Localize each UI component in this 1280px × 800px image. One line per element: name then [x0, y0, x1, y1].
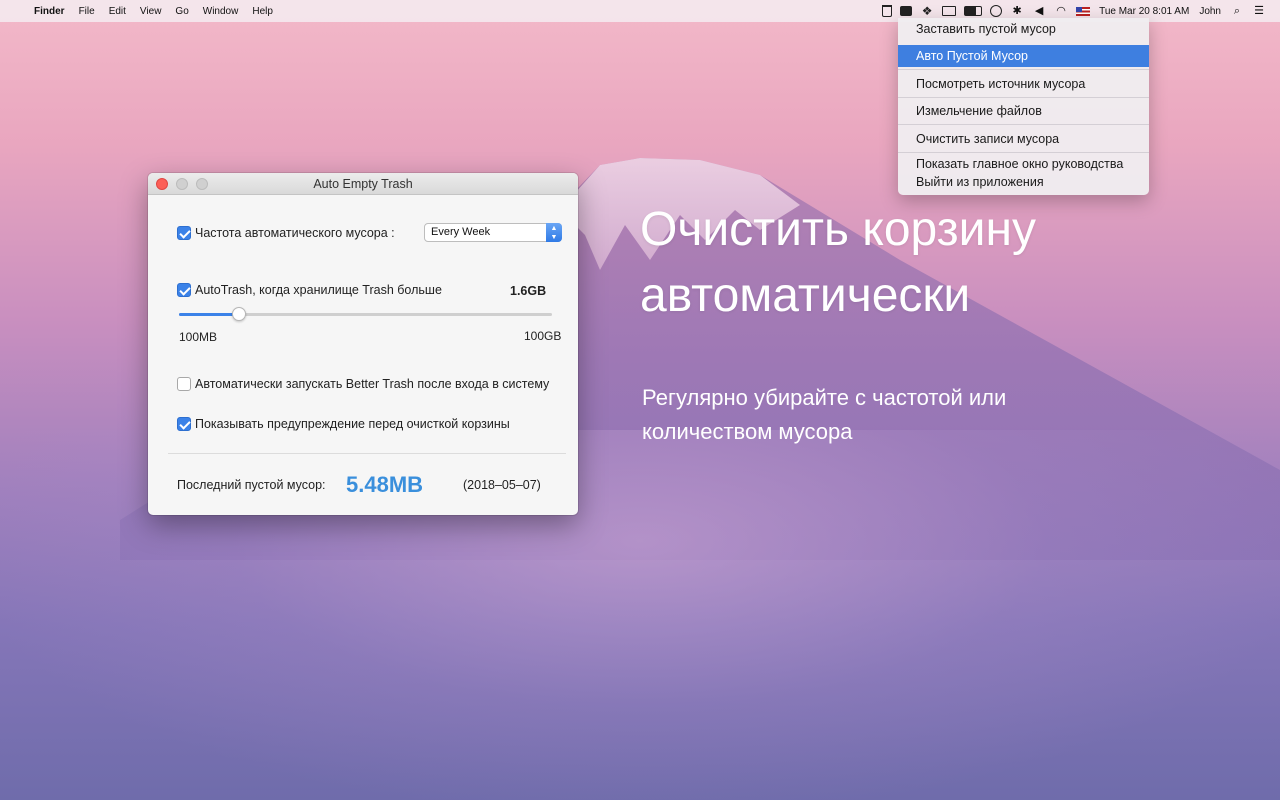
size-slider-thumb[interactable] — [232, 307, 246, 321]
status-dropdown-menu: Заставить пустой мусор Авто Пустой Мусор… — [898, 18, 1149, 195]
hero-sub-line-1: Регулярно убирайте с частотой или — [642, 385, 1007, 410]
menu-separator — [898, 97, 1149, 98]
volume-icon[interactable]: ◀ — [1032, 5, 1046, 17]
frequency-select-value: Every Week — [431, 226, 491, 238]
screen-icon[interactable] — [942, 6, 957, 16]
slider-min-label: 100MB — [179, 330, 218, 344]
menu-item-auto-empty[interactable]: Авто Пустой Мусор — [898, 45, 1149, 67]
autostart-label: Автоматически запускать Better Trash пос… — [195, 377, 550, 391]
menubar-user[interactable]: John — [1194, 6, 1226, 17]
window-titlebar[interactable]: Auto Empty Trash — [148, 173, 578, 195]
hero-heading: Очистить корзину автоматически — [640, 197, 1036, 329]
frequency-checkbox[interactable] — [177, 226, 191, 240]
frequency-label: Частота автоматического мусора : — [195, 226, 395, 240]
menubar-clock[interactable]: Tue Mar 20 8:01 AM — [1094, 6, 1194, 17]
menu-view[interactable]: View — [133, 6, 169, 17]
last-empty-value: 5.48MB — [346, 472, 424, 497]
menu-go[interactable]: Go — [168, 6, 195, 17]
hero-sub-line-2: количеством мусора — [642, 419, 853, 444]
slider-max-label: 100GB — [524, 329, 562, 343]
dropbox-icon[interactable]: ❖ — [920, 5, 934, 17]
menu-item-show-guide[interactable]: Показать главное окно руководства — [898, 155, 1149, 173]
frequency-select[interactable]: Every Week ▲ ▼ — [424, 223, 562, 242]
menu-window[interactable]: Window — [196, 6, 246, 17]
warning-checkbox[interactable] — [177, 417, 191, 431]
menu-separator — [898, 152, 1149, 153]
hero-line-2: автоматически — [640, 269, 971, 322]
autotrash-value: 1.6GB — [510, 284, 547, 298]
autotrash-label: AutoTrash, когда хранилище Trash больше — [195, 283, 442, 297]
menu-item-clear-records[interactable]: Очистить записи мусора — [898, 128, 1149, 150]
time-machine-icon[interactable] — [990, 5, 1003, 17]
status-area: ❖ ✱ ◀ ◠ Tue Mar 20 8:01 AM John ⌕ ☰ — [878, 5, 1280, 17]
battery-icon[interactable] — [964, 6, 983, 16]
spotlight-icon[interactable]: ⌕ — [1230, 5, 1244, 17]
hero-line-1: Очистить корзину — [640, 203, 1036, 256]
window-title: Auto Empty Trash — [313, 177, 413, 191]
menu-file[interactable]: File — [72, 6, 102, 17]
last-empty-date: (2018–05–07) — [463, 478, 541, 492]
menu-separator — [898, 69, 1149, 70]
hero-subheading: Регулярно убирайте с частотой или количе… — [642, 381, 1006, 449]
last-empty-label: Последний пустой мусор: — [177, 478, 326, 492]
warning-label: Показывать предупреждение перед очисткой… — [195, 417, 510, 431]
autotrash-checkbox[interactable] — [177, 283, 191, 297]
menu-separator — [898, 124, 1149, 125]
menu-item-shred-files[interactable]: Измельчение файлов — [898, 100, 1149, 122]
auto-empty-trash-window: Auto Empty Trash Частота автоматического… — [148, 173, 578, 515]
menu-item-force-empty[interactable]: Заставить пустой мусор — [898, 18, 1149, 40]
wifi-icon[interactable]: ◠ — [1054, 5, 1068, 17]
menu-item-quit[interactable]: Выйти из приложения — [898, 173, 1149, 191]
menu-help[interactable]: Help — [245, 6, 280, 17]
menu-app-name[interactable]: Finder — [30, 6, 72, 17]
bluetooth-icon[interactable]: ✱ — [1010, 5, 1024, 17]
menu-edit[interactable]: Edit — [102, 6, 133, 17]
trash-icon[interactable] — [882, 5, 893, 17]
divider — [168, 453, 566, 454]
chevron-updown-icon: ▲ ▼ — [546, 223, 562, 242]
box-icon[interactable] — [900, 6, 913, 16]
menu-item-view-source[interactable]: Посмотреть источник мусора — [898, 73, 1149, 95]
autostart-checkbox[interactable] — [177, 377, 191, 391]
size-slider-fill — [179, 313, 239, 316]
notification-center-icon[interactable]: ☰ — [1252, 5, 1266, 17]
flag-icon[interactable] — [1076, 6, 1091, 16]
